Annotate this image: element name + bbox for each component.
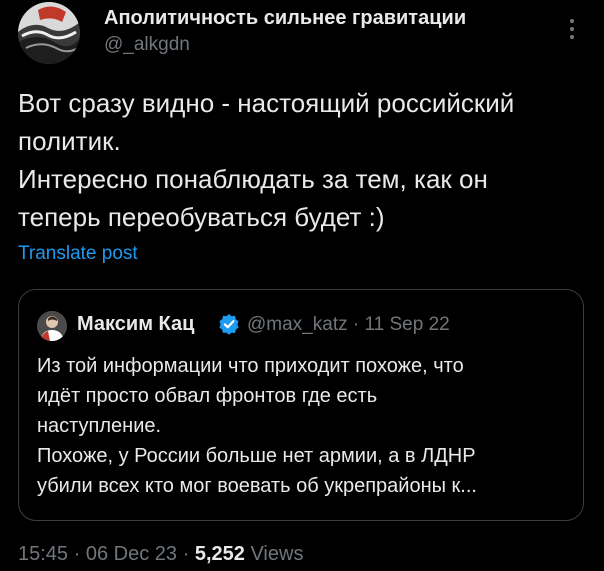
more-options-button[interactable] [560,14,584,44]
avatar-image-icon [18,2,80,64]
quoted-text-line: идёт просто обвал фронтов где есть [37,385,378,407]
post-text-line: Интересно понаблюдать за тем, как он [18,164,488,194]
post-text-line: политик. [18,126,121,156]
more-vertical-icon [570,19,574,39]
meta-separator: · [352,314,360,335]
quoted-text-line: убили всех кто мог воевать об укрепрайон… [37,475,477,497]
quoted-author-avatar[interactable] [37,311,67,341]
verified-badge-icon [218,313,240,335]
author-avatar[interactable] [18,2,80,64]
post-date[interactable]: 06 Dec 23 [86,543,177,565]
translate-post-link[interactable]: Translate post [18,243,138,265]
quoted-post-card[interactable]: Максим Кац @max_katz · 11 Sep 22 Из той … [18,289,584,521]
meta-separator: · [73,543,81,565]
views-label: Views [250,543,304,565]
quoted-avatar-image-icon [37,311,67,341]
quoted-text-line: Из той информации что приходит похоже, ч… [37,355,464,377]
quoted-author-name[interactable]: Максим Кац [77,313,194,336]
author-handle[interactable]: @_alkgdn [104,34,190,56]
views-count[interactable]: 5,252 [195,543,245,565]
quoted-author-handle[interactable]: @max_katz [247,314,348,335]
quoted-post-meta: @max_katz · 11 Sep 22 [247,314,450,336]
author-display-name[interactable]: Аполитичность сильнее гравитации [104,7,466,30]
quoted-text-line: наступление. [37,415,162,437]
post-footer-meta: 15:45 · 06 Dec 23 · 5,252 Views [18,543,303,566]
quoted-text-line: Похоже, у России больше нет армии, а в Л… [37,445,476,467]
quoted-post-text: Из той информации что приходит похоже, ч… [37,351,577,501]
quoted-post-date[interactable]: 11 Sep 22 [365,314,450,335]
post-text-line: теперь переобуваться будет :) [18,202,385,232]
post-text: Вот сразу видно - настоящий российский п… [18,84,594,236]
post: Аполитичность сильнее гравитации @_alkgd… [0,0,604,571]
meta-separator: · [182,543,190,565]
post-time[interactable]: 15:45 [18,543,68,565]
post-text-line: Вот сразу видно - настоящий российский [18,88,515,118]
